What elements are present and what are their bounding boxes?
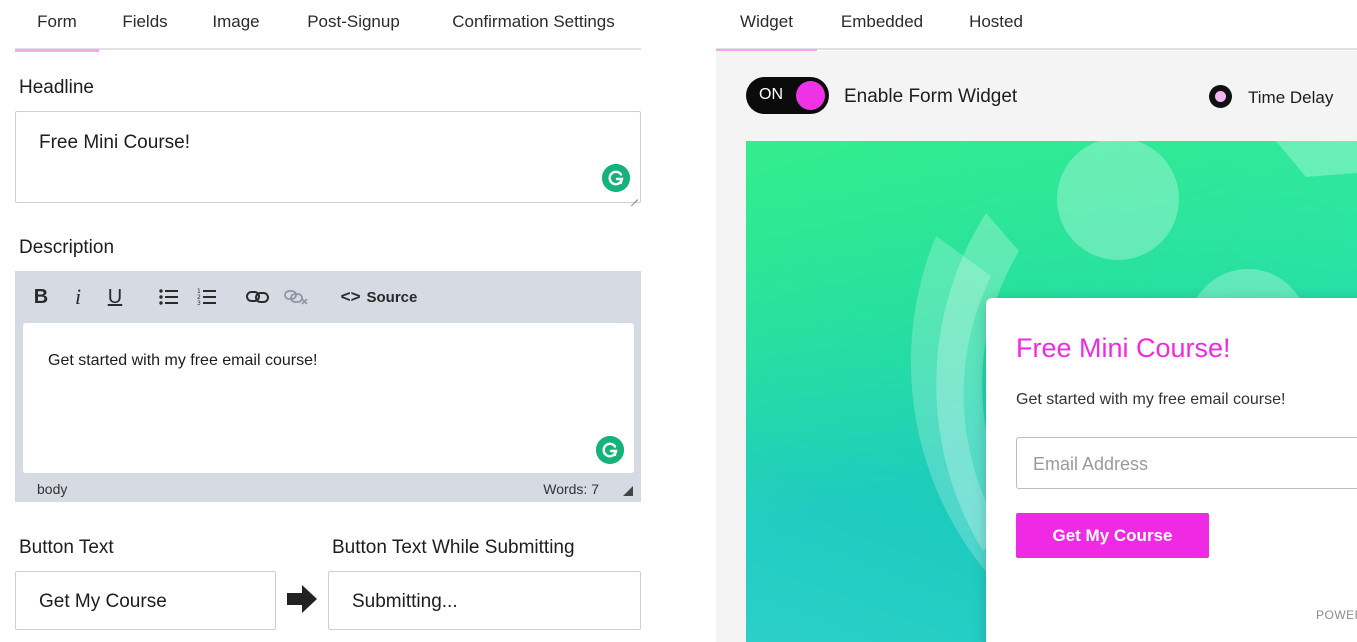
headline-value: Free Mini Course! (39, 132, 190, 153)
toggle-knob (796, 81, 825, 110)
underline-button[interactable]: U (105, 283, 125, 311)
preview-description: Get started with my free email course! (1016, 391, 1286, 408)
resize-handle-icon[interactable] (623, 486, 633, 496)
resize-handle-icon[interactable] (629, 191, 638, 200)
editor-statusbar: body Words: 7 (15, 473, 641, 502)
button-submitting-value: Submitting... (352, 591, 458, 612)
grammarly-icon[interactable] (602, 164, 630, 192)
numbered-list-button[interactable]: 1 2 3 (196, 283, 218, 311)
description-label: Description (19, 237, 115, 258)
form-settings-panel: Form Fields Image Post-Signup Confirmati… (0, 0, 656, 642)
svg-text:3: 3 (197, 300, 201, 306)
tab-confirmation-settings[interactable]: Confirmation Settings (436, 0, 631, 50)
powered-by-text: POWER (1316, 608, 1357, 622)
bullet-list-icon (159, 289, 178, 305)
widget-tabs: Widget Embedded Hosted (716, 0, 1357, 52)
link-button[interactable] (245, 283, 271, 311)
source-label: Source (366, 289, 418, 306)
editor-toolbar: B i U 1 2 3 <> Source (15, 271, 641, 323)
tab-form[interactable]: Form (15, 0, 99, 52)
enable-widget-label: Enable Form Widget (844, 86, 1018, 107)
tab-embedded[interactable]: Embedded (833, 0, 931, 50)
radio-selected-dot (1215, 91, 1226, 102)
preview-submit-button[interactable]: Get My Course (1016, 513, 1209, 558)
bold-button[interactable]: B (31, 283, 51, 311)
italic-button[interactable]: i (69, 283, 87, 311)
bullet-list-button[interactable] (158, 283, 180, 311)
tab-fields[interactable]: Fields (110, 0, 180, 50)
unlink-icon (284, 290, 308, 305)
description-content-area[interactable]: Get started with my free email course! (23, 323, 634, 473)
button-submitting-label: Button Text While Submitting (332, 537, 575, 558)
element-path[interactable]: body (37, 481, 67, 497)
enable-widget-toggle[interactable]: ON (746, 77, 829, 114)
description-content: Get started with my free email course! (48, 352, 318, 369)
tab-hosted[interactable]: Hosted (960, 0, 1032, 50)
tab-post-signup[interactable]: Post-Signup (296, 0, 411, 50)
grammarly-icon[interactable] (596, 436, 624, 464)
unlink-button[interactable] (283, 283, 309, 311)
right-arrow-icon (287, 585, 317, 613)
word-count: Words: 7 (543, 481, 599, 497)
preview-form-card: Free Mini Course! Get started with my fr… (986, 298, 1357, 642)
email-placeholder: Email Address (1033, 454, 1149, 474)
source-button[interactable]: <> Source (337, 283, 421, 311)
numbered-list-icon: 1 2 3 (197, 288, 216, 307)
link-icon (246, 291, 269, 303)
widget-panel: Widget Embedded Hosted ON Enable Form Wi… (716, 0, 1357, 642)
preview-title: Free Mini Course! (1016, 333, 1231, 363)
preview-email-input[interactable]: Email Address (1016, 437, 1357, 489)
time-delay-label: Time Delay (1248, 88, 1334, 107)
widget-preview: Free Mini Course! Get started with my fr… (746, 141, 1357, 642)
tab-image[interactable]: Image (198, 0, 274, 50)
headline-label: Headline (19, 77, 94, 98)
tab-widget[interactable]: Widget (716, 0, 817, 52)
button-text-input[interactable]: Get My Course (15, 571, 276, 630)
widget-settings: ON Enable Form Widget Time Delay Free Mi… (716, 51, 1357, 642)
code-icon: <> (340, 287, 361, 306)
button-submitting-input[interactable]: Submitting... (328, 571, 641, 630)
time-delay-radio[interactable] (1209, 85, 1232, 108)
button-text-label: Button Text (19, 537, 114, 558)
button-text-value: Get My Course (39, 591, 167, 612)
description-editor: B i U 1 2 3 <> Source Get started with m… (15, 271, 641, 502)
form-tabs: Form Fields Image Post-Signup Confirmati… (15, 0, 641, 52)
headline-input[interactable]: Free Mini Course! (15, 111, 641, 203)
toggle-state-label: ON (759, 86, 783, 103)
